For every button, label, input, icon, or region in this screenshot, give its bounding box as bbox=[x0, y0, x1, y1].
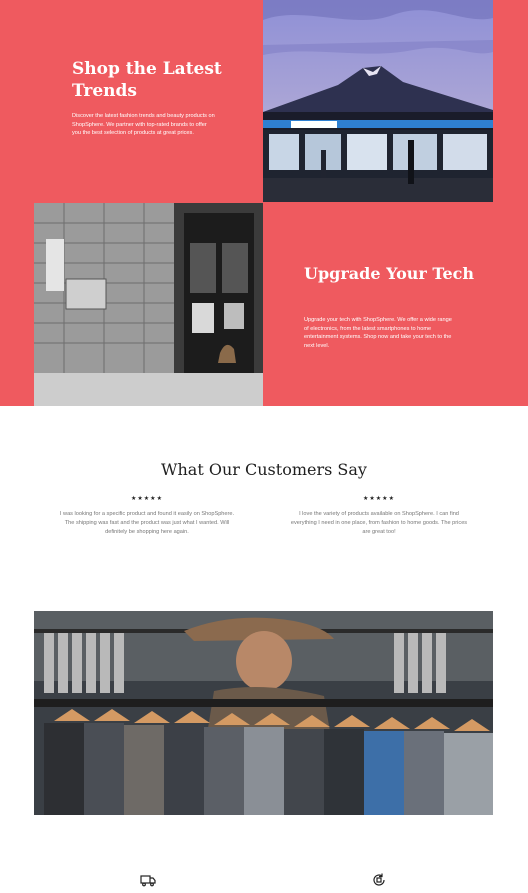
store-street-photo bbox=[263, 0, 493, 202]
review-text: I was looking for a specific product and… bbox=[59, 511, 235, 535]
truck-icon bbox=[140, 872, 156, 888]
section2-text: Upgrade your tech with ShopSphere. We of… bbox=[304, 317, 452, 349]
review-stars: ★★★★★ bbox=[131, 496, 163, 502]
review-stars: ★★★★★ bbox=[363, 496, 395, 502]
section1-text: Discover the latest fashion trends and b… bbox=[72, 113, 215, 137]
review-text: I love the variety of products available… bbox=[290, 511, 468, 535]
urban-doorway-photo bbox=[34, 203, 263, 406]
section1-title: Shop the Latest Trends bbox=[72, 59, 222, 101]
testimonials-title: What Our Customers Say bbox=[161, 460, 367, 479]
clothing-rack-photo bbox=[34, 611, 493, 815]
return-icon bbox=[371, 872, 387, 888]
section2-title: Upgrade Your Tech bbox=[304, 264, 475, 283]
